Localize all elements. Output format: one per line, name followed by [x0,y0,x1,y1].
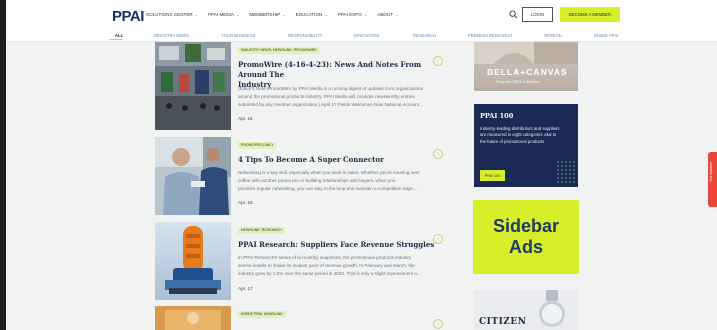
tab-opinion[interactable]: Opinion [544,33,562,38]
nav-label: Education [295,12,323,17]
title-line: 4 Tips To Become A Super Connector [238,155,384,164]
nav-solutions-center[interactable]: Solutions Center ⌄ [146,12,198,17]
chevron-down-icon: ⌄ [363,12,368,17]
chevron-down-icon: ⌄ [282,12,286,17]
search-icon[interactable] [509,10,518,19]
login-button[interactable]: Login [522,7,553,22]
chevron-down-icon: ⌄ [236,12,240,17]
article-card[interactable]: Newslink, Research PPAI Research: Suppli… [155,222,449,302]
nav-ppai-media[interactable]: PPAI Media ⌄ [208,12,239,17]
chevron-down-icon: ⌄ [324,12,328,17]
window-edge [0,0,6,330]
tab-research[interactable]: Research [413,33,436,38]
chevron-down-icon: ⌄ [395,12,399,17]
article-thumbnail[interactable] [155,306,231,330]
feedback-tab-label: Get Updates [709,162,713,182]
article-thumbnail[interactable] [155,42,231,130]
article-date: Apr. 18 [238,200,253,205]
tab-industry-news[interactable]: Industry News [154,33,189,38]
tab-premium-research[interactable]: Premium Research [468,33,512,38]
sidebar-ad-citizen[interactable]: CITIZEN [474,290,578,330]
article-excerpt: In PPAI Research's series of bi-monthly … [238,254,448,278]
excerpt-line: coffee with another promo pro or buildin… [238,178,396,183]
tab-all[interactable]: All [115,33,123,38]
become-member-button[interactable]: Become a Member [560,7,620,22]
sidebar-ad-ppai-100[interactable]: PPAI 100 Industry-leading distributors a… [474,104,578,187]
arrow-right-icon[interactable]: › [433,56,443,66]
placeholder-line: Sidebar [492,216,560,236]
article-thumbnail[interactable] [155,137,231,215]
article-title[interactable]: PPAI Research: Suppliers Face Revenue St… [238,240,438,250]
article-card[interactable]: Inside PPAI, Newslink › [155,306,449,330]
sidebar-ads-placeholder[interactable]: Sidebar Ads [473,200,579,274]
nav-label: Membership [249,12,281,17]
ppai-logo[interactable]: PPAI [112,8,144,25]
arrow-right-icon[interactable]: › [433,149,443,159]
title-line: PromoWire (4-16-4-23): News And Notes Fr… [238,60,422,79]
chevron-down-icon: ⌄ [194,12,199,17]
placeholder-label: Sidebar Ads [493,216,559,258]
feedback-tab[interactable]: Get Updates [708,152,717,207]
main-nav: Solutions Center ⌄ PPAI Media ⌄ Membership… [146,12,398,17]
article-thumbnail[interactable] [155,222,231,300]
ad-copy: Industry-leading distributors and suppli… [480,126,560,144]
tab-innovation[interactable]: Innovation [354,33,379,38]
excerpt-line: In PPAI Research's series of bi-monthly … [238,255,412,260]
title-line: PPAI Research: Suppliers Face Revenue St… [238,240,435,249]
article-card[interactable]: Industry News, Newslink, PromoWire Promo… [155,42,449,132]
ad-brand: CITIZEN [479,317,527,327]
nav-education[interactable]: Education ⌄ [296,12,328,17]
nav-ppai-expo[interactable]: PPAI Expo ⌄ [338,12,368,17]
category-tabs: All Industry News Your Business Responsi… [6,30,717,42]
ad-brand: BELLA+CANVAS [487,67,568,77]
excerpt-line: (Editor's Note: PromoWire by PPAI Media … [238,86,423,91]
excerpt-line: industry grew by 1.5% over the same peri… [238,271,421,276]
excerpt-line: prioritize regular networking, you can s… [238,186,418,191]
ad-cta[interactable]: Shop the 2024 Collection [496,79,539,84]
article-excerpt: (Editor's Note: PromoWire by PPAI Media … [238,85,448,109]
tab-responsibility[interactable]: Responsibility [288,33,322,38]
article-excerpt: Networking is a key skill, especially wh… [238,169,448,193]
arrow-right-icon[interactable]: › [433,319,443,329]
article-date: Apr. 17 [238,286,253,291]
tab-your-business[interactable]: Your Business [221,33,255,38]
article-tag[interactable]: Industry News, Newslink, PromoWire [238,47,320,54]
article-tag[interactable]: PromoPro Daily [238,142,277,149]
arrow-right-icon[interactable]: › [433,234,443,244]
nav-label: PPAI Media [208,12,235,17]
ad-title: PPAI 100 [480,112,514,120]
tab-inside-ppai[interactable]: Inside PPAI [594,33,618,38]
nav-label: PPAI Expo [337,12,362,17]
active-tab-indicator [109,39,123,40]
article-date: Apr. 18 [238,116,253,121]
article-title[interactable]: 4 Tips To Become A Super Connector [238,155,438,165]
excerpt-line: around the promotional products industry… [238,94,415,99]
decorative-dots [556,160,576,185]
excerpt-line: seems unable to shake its modest pace of… [238,263,415,268]
article-card[interactable]: PromoPro Daily 4 Tips To Become A Super … [155,137,449,217]
nav-about[interactable]: About ⌄ [377,12,398,17]
placeholder-line: Ads [508,237,543,257]
nav-membership[interactable]: Membership ⌄ [249,12,285,17]
article-tag[interactable]: Inside PPAI, Newslink [238,311,286,318]
excerpt-line: submitted by any member organization.) A… [238,102,423,107]
excerpt-line: Networking is a key skill, especially wh… [238,170,420,175]
sidebar-ad-bella-canvas[interactable]: BELLA+CANVAS Shop the 2024 Collection [474,42,578,91]
article-tag[interactable]: Newslink, Research [238,227,285,234]
nav-label: About [377,12,394,17]
ppai-100-button[interactable]: PPAI 100 [480,170,505,181]
nav-label: Solutions Center [146,12,193,17]
